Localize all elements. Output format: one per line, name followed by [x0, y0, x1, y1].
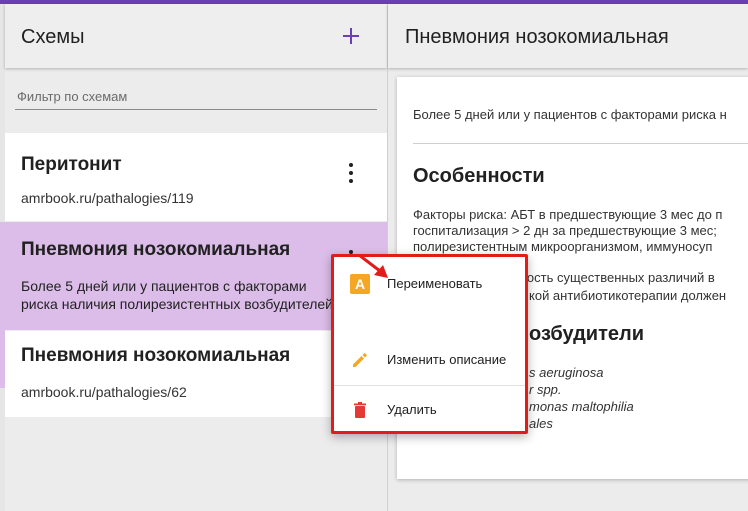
pathogen-item: r spp.: [529, 382, 562, 397]
pathogens-heading: озбудители: [529, 323, 645, 345]
scheme-item-title: Перитонит: [21, 154, 122, 175]
scheme-item-pneumonia[interactable]: Пневмония нозокомиальная amrbook.ru/path…: [5, 331, 387, 417]
schemes-title: Схемы: [21, 26, 85, 48]
menu-item-label: Изменить описание: [387, 352, 507, 367]
menu-separator: [334, 385, 525, 386]
scheme-item-description: Более 5 дней или у пациентов с факторами…: [21, 278, 333, 312]
pathogen-item: ales: [529, 416, 553, 431]
features-line: Факторы риска: АБТ в предшествующие 3 ме…: [413, 207, 723, 222]
features-line: госпитализация > 2 дн за предшествующие …: [413, 223, 717, 238]
add-scheme-button[interactable]: [337, 22, 365, 50]
detail-divider: [413, 143, 748, 144]
schemes-header: Схемы: [5, 4, 387, 68]
menu-item-delete[interactable]: Удалить: [334, 390, 525, 430]
pathogen-item: monas maltophilia: [529, 399, 634, 414]
note-line: кой антибиотикотерапии должен: [529, 288, 727, 303]
context-menu: A Переименовать Изменить описание Удалит…: [331, 254, 528, 434]
trash-icon: [354, 402, 366, 418]
scheme-item-pneumonia-selected[interactable]: Пневмония нозокомиальная Более 5 дней ил…: [5, 222, 387, 330]
scheme-item-title: Пневмония нозокомиальная: [21, 239, 291, 260]
scheme-item-link: amrbook.ru/pathalogies/119: [21, 190, 194, 206]
scheme-item-link: amrbook.ru/pathalogies/62: [21, 384, 187, 400]
menu-item-edit-description[interactable]: Изменить описание: [334, 340, 525, 380]
features-heading: Особенности: [413, 165, 545, 187]
pathogen-item: s aeruginosa: [529, 365, 604, 380]
annotation-arrow-icon: [358, 253, 388, 278]
features-line: полирезистентным микроорганизмом, иммуно…: [413, 239, 713, 254]
menu-item-label: Переименовать: [387, 276, 483, 291]
detail-intro: Более 5 дней или у пациентов с факторами…: [413, 107, 727, 122]
schemes-panel: Схемы Перитонит amrbook.ru/pathalogies/1…: [5, 4, 387, 511]
scheme-item-title: Пневмония нозокомиальная: [21, 345, 291, 366]
detail-title: Пневмония нозокомиальная: [405, 26, 669, 48]
plus-icon: [343, 28, 359, 44]
more-options-button[interactable]: [339, 161, 363, 185]
scheme-item-peritonitis[interactable]: Перитонит amrbook.ru/pathalogies/119: [5, 133, 387, 221]
menu-item-label: Удалить: [387, 402, 437, 417]
scheme-filter-input[interactable]: [15, 84, 377, 110]
pencil-icon: [353, 353, 367, 367]
detail-header: Пневмония нозокомиальная: [388, 4, 748, 68]
